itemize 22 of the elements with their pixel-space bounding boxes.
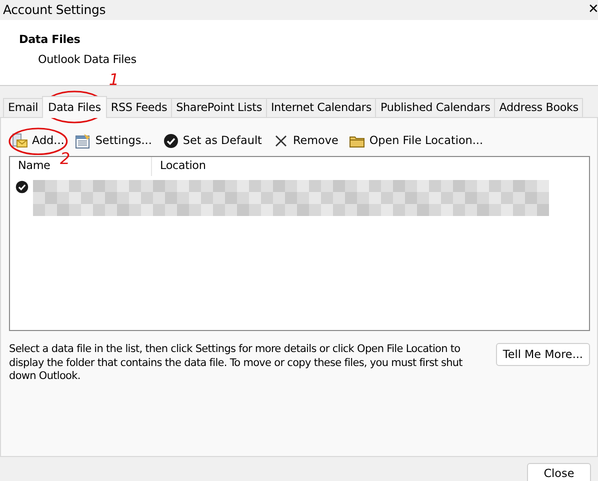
mail-file-icon xyxy=(12,132,28,149)
column-header[interactable]: Name xyxy=(10,158,50,175)
settings-button[interactable]: Settings... xyxy=(75,132,152,150)
close-button[interactable]: ✕ xyxy=(588,0,598,20)
close-icon xyxy=(272,132,289,149)
remove-button[interactable]: Remove xyxy=(272,132,338,150)
settings-icon xyxy=(75,132,92,149)
tab[interactable]: Data Files xyxy=(42,96,107,118)
annotation-number: 1 xyxy=(108,72,119,88)
set-default-button[interactable]: Set as Default xyxy=(162,132,262,150)
description-text: Select a data file in the list, then click Settings for more details or click Open File Location to display the folder that contains the data file. To move or copy these files, you must first shut down Outlook. xyxy=(9,343,464,384)
section-subtitle: Outlook Data Files xyxy=(37,52,138,68)
tab[interactable]: Address Books xyxy=(494,98,584,117)
tab[interactable]: Email xyxy=(3,98,44,117)
annotation-number: 2 xyxy=(60,151,70,168)
close-button[interactable]: Close xyxy=(527,463,591,481)
check-circle-icon xyxy=(162,132,179,149)
tell-me-more-button[interactable]: Tell Me More... xyxy=(496,343,590,366)
column-header[interactable]: Location xyxy=(152,159,206,172)
section-title: Data Files xyxy=(19,32,82,48)
window-title: Account Settings xyxy=(3,0,106,19)
open-location-button[interactable]: Open File Location... xyxy=(349,132,484,150)
